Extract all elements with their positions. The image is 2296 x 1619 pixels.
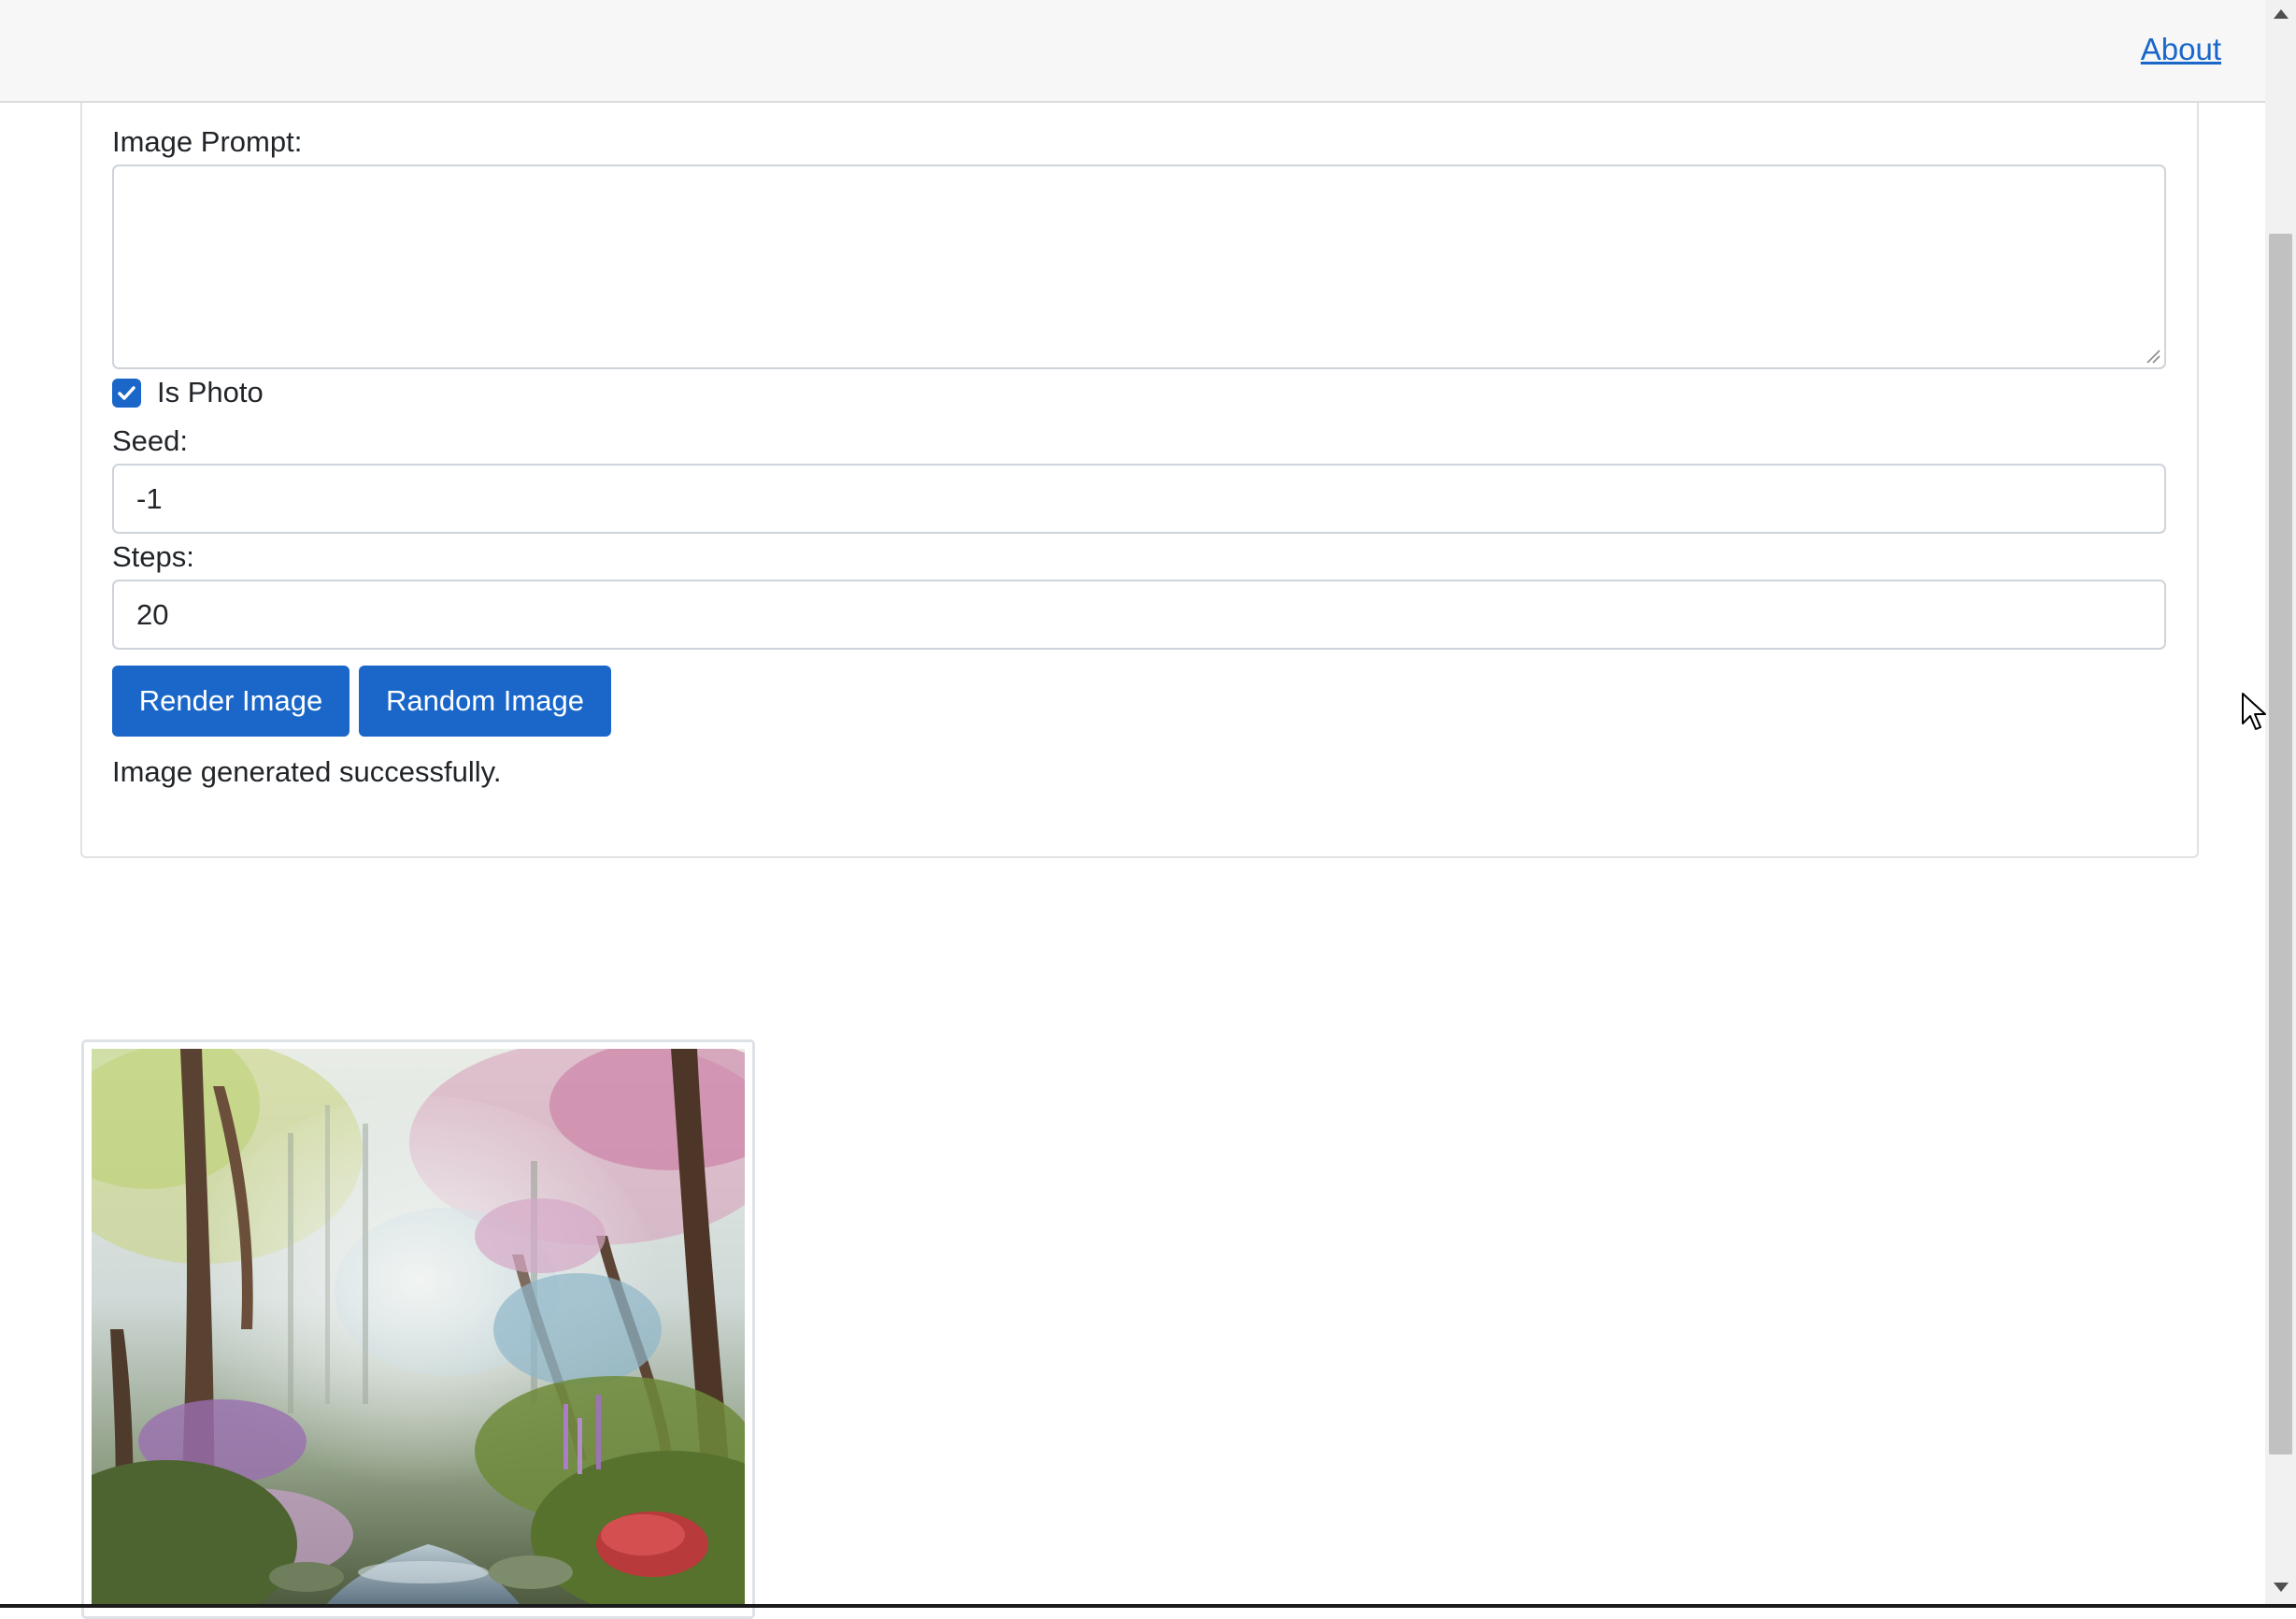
checkmark-icon <box>118 386 135 400</box>
image-prompt-label: Image Prompt: <box>112 125 303 158</box>
about-link[interactable]: About <box>2141 32 2221 67</box>
seed-label: Seed: <box>112 424 189 457</box>
random-image-button[interactable]: Random Image <box>359 666 611 737</box>
scroll-up-arrow-icon[interactable] <box>2274 9 2289 19</box>
top-navbar: About <box>0 0 2265 103</box>
scroll-down-arrow-icon[interactable] <box>2274 1583 2289 1592</box>
resize-grip-icon[interactable] <box>2146 349 2161 364</box>
image-prompt-textarea[interactable] <box>112 165 2166 369</box>
vertical-scrollbar[interactable] <box>2265 0 2296 1608</box>
mouse-cursor-icon <box>2242 693 2266 730</box>
render-image-button[interactable]: Render Image <box>112 666 349 737</box>
steps-input[interactable]: 20 <box>112 580 2166 650</box>
is-photo-label[interactable]: Is Photo <box>157 376 264 409</box>
forest-stream-image <box>92 1049 745 1606</box>
window-bottom-edge <box>0 1604 2296 1608</box>
is-photo-checkbox[interactable] <box>112 379 141 408</box>
steps-label: Steps: <box>112 540 194 573</box>
generated-image[interactable] <box>92 1049 745 1606</box>
scrollbar-thumb[interactable] <box>2269 234 2292 1454</box>
seed-input[interactable]: -1 <box>112 464 2166 534</box>
status-message: Image generated successfully. <box>112 755 502 788</box>
